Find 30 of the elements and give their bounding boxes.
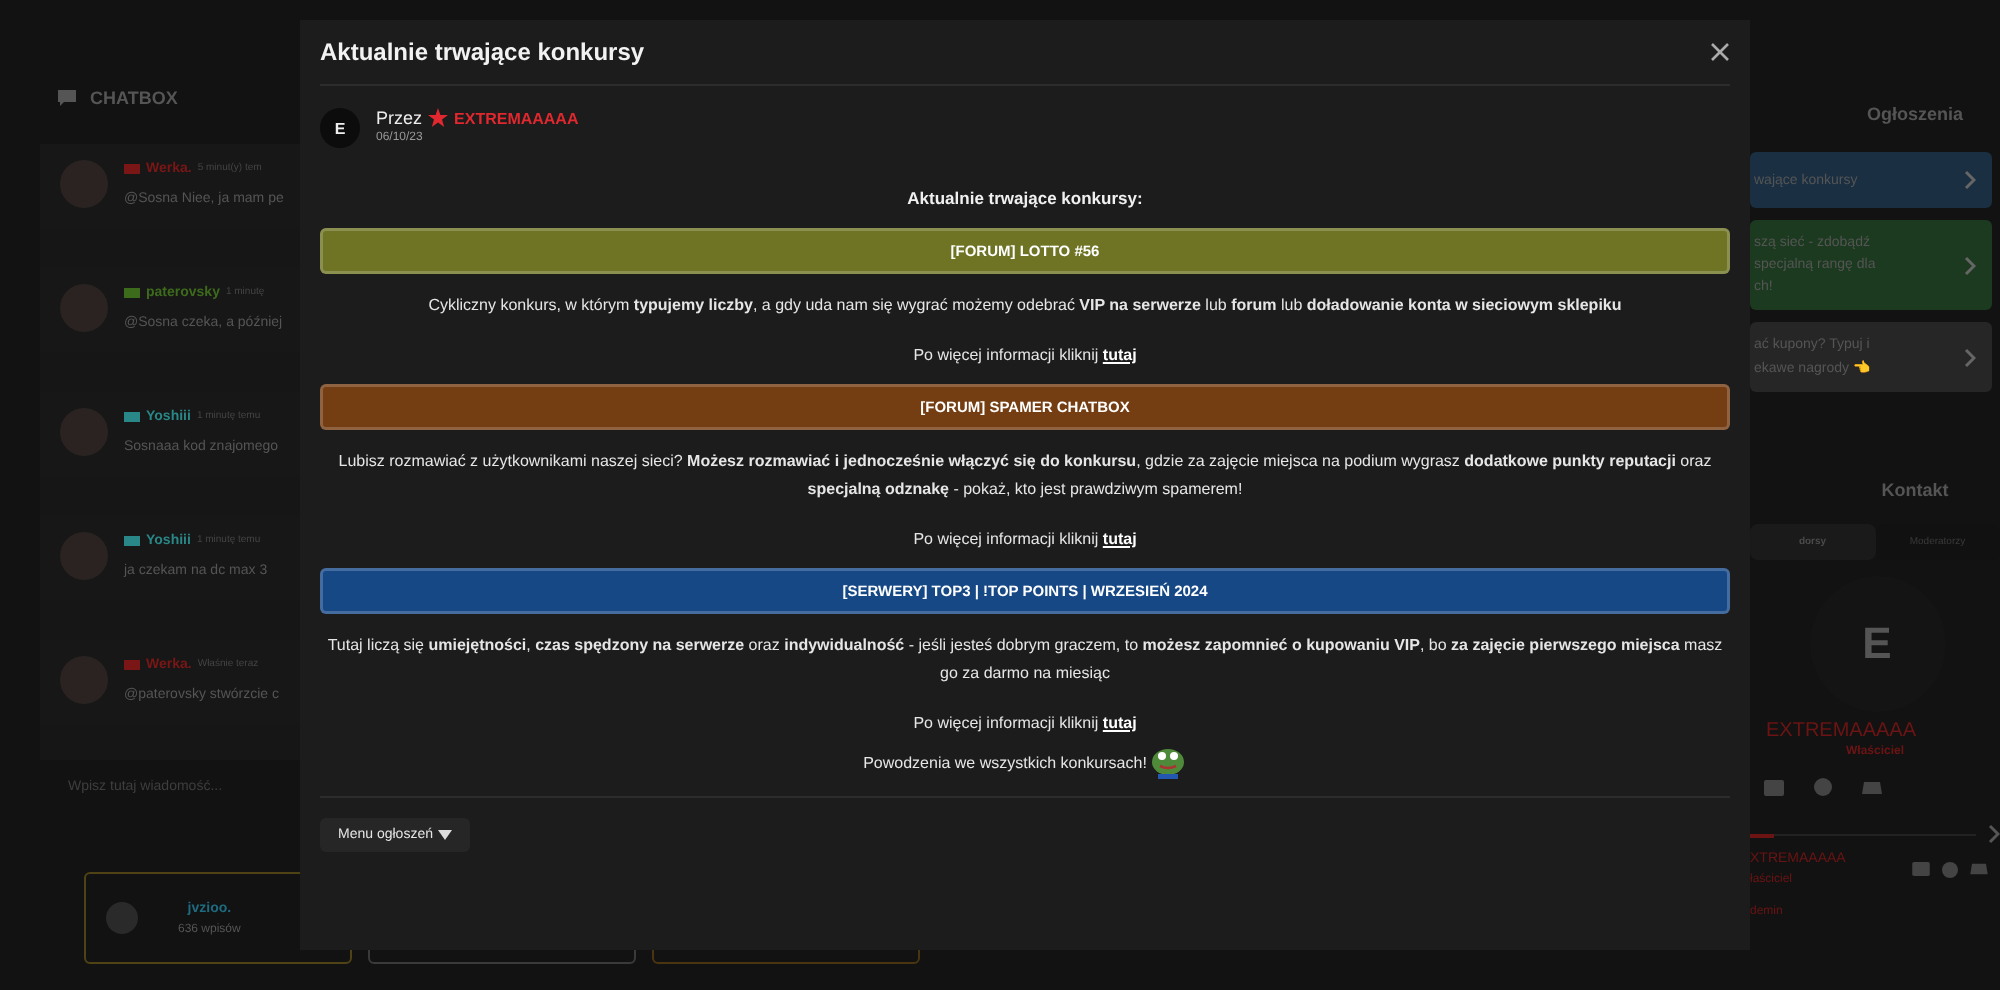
- chevron-right-icon: [1964, 255, 1976, 275]
- more-info-text: Po więcej informacji kliknij tutaj: [911, 714, 1139, 732]
- contact-name[interactable]: EXTREMAAAAA: [1750, 720, 2000, 742]
- author-prefix: Przez: [376, 108, 423, 128]
- more-info-link[interactable]: tutaj: [1102, 530, 1137, 548]
- star-icon: [428, 108, 449, 128]
- close-icon[interactable]: [1710, 42, 1730, 62]
- chevron-right-icon: [1964, 347, 1976, 367]
- announcements-title: Ogłoszenia: [1864, 104, 1965, 124]
- more-info-text: Po więcej informacji kliknij tutaj: [911, 530, 1139, 548]
- chat-bubble-icon: [56, 88, 78, 108]
- content-heading: Aktualnie trwające konkursy:: [905, 188, 1145, 208]
- contest-description: Lubisz rozmawiać z użytkownikami naszej sieci? Możesz rozmawiać i jednocześnie włączyć się do konkursu, gdzie za zajęcie miejsca na podium wygrasz dodatkowe punkty reputacji oraz specjalną odznakę - pokaż, kto jest prawdziwym spamerem!: [336, 450, 1714, 502]
- modal-title: Aktualnie trwające konkursy: [320, 38, 645, 66]
- more-info-text: Po więcej informacji kliknij tutaj: [911, 346, 1139, 364]
- more-info-link[interactable]: tutaj: [1102, 714, 1137, 732]
- caret-icon: [438, 830, 453, 840]
- chevron-right-icon[interactable]: [1988, 824, 2000, 844]
- chevron-right-icon: [1964, 170, 1976, 190]
- author-name[interactable]: EXTREMAAAAA: [454, 109, 579, 127]
- contest-description: Cykliczny konkurs, w którym typujemy liczby, a gdy uda nam się wygrać możemy odebrać VIP na serwerze lub forum lub doładowanie konta w sieciowym sklepiku: [426, 294, 1624, 318]
- avatar-letter: E: [1862, 618, 1892, 670]
- more-info-link[interactable]: tutaj: [1102, 346, 1137, 364]
- avatar-letter: E: [334, 119, 346, 137]
- chatbox-title: CHATBOX: [90, 88, 178, 108]
- closing-text: Powodzenia we wszystkich konkursach!: [863, 753, 1147, 771]
- contact-title: Kontakt: [1879, 480, 1951, 500]
- contest-description: Tutaj liczą się umiejętności, czas spędzony na serwerze oraz indywidualność - jeśli jesteś dobrym graczem, to możesz zapomnieć o kupowaniu VIP, bo za zajęcie pierwszego miejsca masz go za darmo na miesiąc: [325, 634, 1725, 686]
- frog-emoji-icon: [1150, 744, 1187, 780]
- avatar-circle: [106, 902, 138, 934]
